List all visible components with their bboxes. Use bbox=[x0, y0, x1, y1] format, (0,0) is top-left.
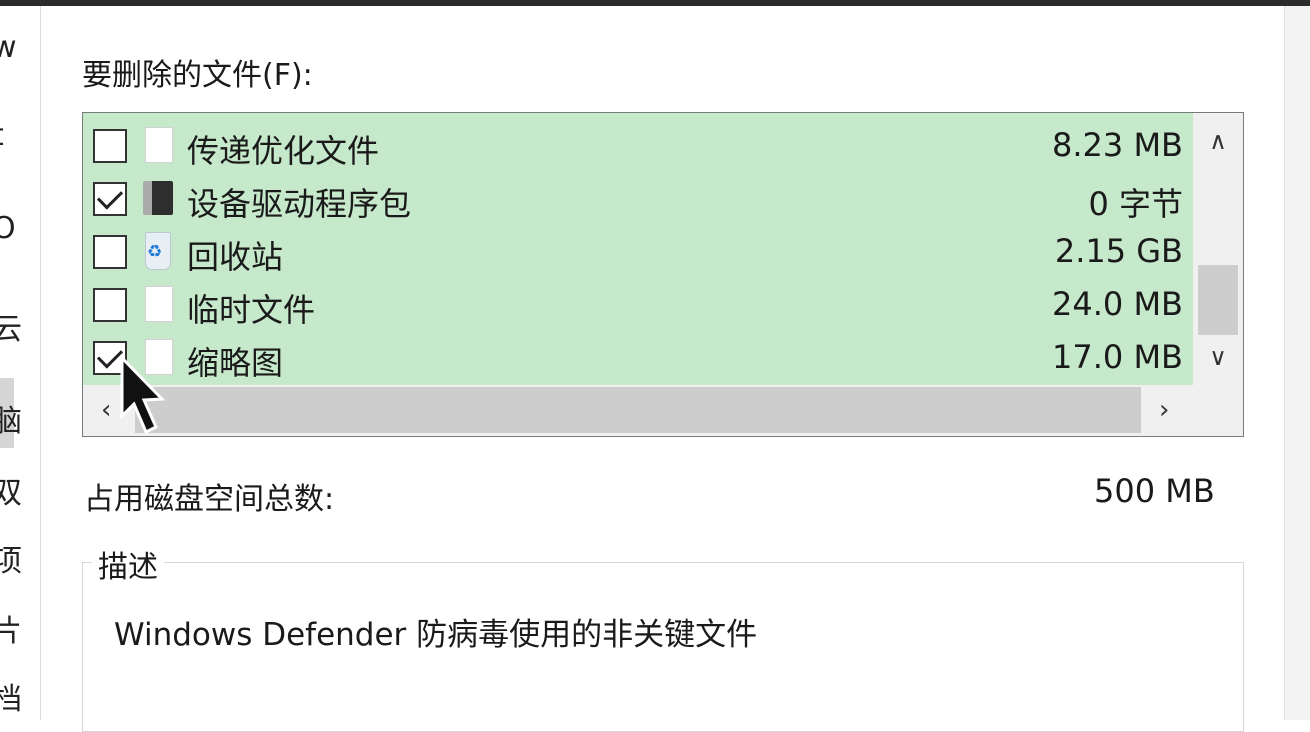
vertical-scroll-thumb[interactable] bbox=[1198, 265, 1238, 335]
file-item-delivery-optimization[interactable]: 传递优化文件 8.23 MB bbox=[83, 119, 1193, 172]
files-to-delete-label: 要删除的文件(F): bbox=[82, 58, 313, 93]
horizontal-scrollbar[interactable]: ‹ › bbox=[83, 385, 1243, 436]
background-text-fragment: O bbox=[0, 211, 16, 246]
file-icon bbox=[145, 286, 173, 322]
background-text-fragment: 档 bbox=[0, 682, 22, 717]
item-name: 传递优化文件 bbox=[187, 132, 380, 170]
item-size: 2.15 GB bbox=[1054, 232, 1183, 270]
window-top-edge bbox=[0, 0, 1310, 6]
background-window-left-panel: w t O 云 脑 双 项 片 档 bbox=[0, 6, 41, 720]
checkbox[interactable] bbox=[93, 129, 127, 163]
description-text: Windows Defender 防病毒使用的非关键文件 bbox=[114, 617, 758, 653]
files-list-area: 传递优化文件 8.23 MB 设备驱动程序包 0 字节 ♻ 回收站 2.15 G… bbox=[83, 113, 1193, 385]
background-text-fragment: 云 bbox=[0, 312, 22, 347]
scroll-right-icon[interactable]: › bbox=[1159, 395, 1169, 425]
recycle-bin-icon: ♻ bbox=[145, 232, 171, 270]
checkbox-checked[interactable] bbox=[93, 182, 127, 216]
mouse-cursor-icon bbox=[120, 354, 166, 435]
background-text-fragment: 片 bbox=[0, 614, 22, 649]
vertical-scrollbar[interactable]: ∧ ∨ bbox=[1193, 113, 1243, 385]
item-name: 缩略图 bbox=[187, 344, 284, 382]
file-item-device-driver-packages[interactable]: 设备驱动程序包 0 字节 bbox=[83, 172, 1193, 225]
background-window-right-edge bbox=[1284, 6, 1310, 720]
file-item-recycle-bin[interactable]: ♻ 回收站 2.15 GB bbox=[83, 225, 1193, 278]
file-item-thumbnails[interactable]: 缩略图 17.0 MB bbox=[83, 331, 1193, 384]
background-text-fragment: 双 bbox=[0, 476, 22, 511]
horizontal-scroll-thumb[interactable] bbox=[135, 387, 1141, 433]
scroll-up-icon[interactable]: ∧ bbox=[1193, 127, 1243, 155]
item-size: 24.0 MB bbox=[1052, 285, 1183, 323]
checkbox[interactable] bbox=[93, 235, 127, 269]
background-text-fragment: w bbox=[0, 30, 17, 65]
item-size: 0 字节 bbox=[1088, 185, 1183, 223]
background-text-fragment: 项 bbox=[0, 544, 22, 579]
item-name: 回收站 bbox=[187, 238, 284, 276]
files-listbox[interactable]: 传递优化文件 8.23 MB 设备驱动程序包 0 字节 ♻ 回收站 2.15 G… bbox=[82, 112, 1244, 437]
driver-package-icon bbox=[143, 181, 173, 215]
background-text-fragment: 脑 bbox=[0, 404, 22, 439]
item-name: 设备驱动程序包 bbox=[187, 185, 412, 223]
file-item-temporary-files[interactable]: 临时文件 24.0 MB bbox=[83, 278, 1193, 331]
item-name: 临时文件 bbox=[187, 291, 316, 329]
item-size: 17.0 MB bbox=[1052, 338, 1183, 376]
checkmark-icon bbox=[96, 183, 124, 210]
scroll-left-icon[interactable]: ‹ bbox=[101, 395, 111, 425]
item-size: 8.23 MB bbox=[1052, 126, 1183, 164]
file-icon bbox=[145, 127, 173, 163]
checkbox[interactable] bbox=[93, 288, 127, 322]
total-space-value: 500 MB bbox=[1094, 472, 1215, 510]
background-text-fragment: t bbox=[0, 118, 4, 153]
total-space-label: 占用磁盘空间总数: bbox=[84, 482, 335, 517]
description-label: 描述 bbox=[92, 542, 164, 586]
scroll-down-icon[interactable]: ∨ bbox=[1193, 343, 1243, 371]
